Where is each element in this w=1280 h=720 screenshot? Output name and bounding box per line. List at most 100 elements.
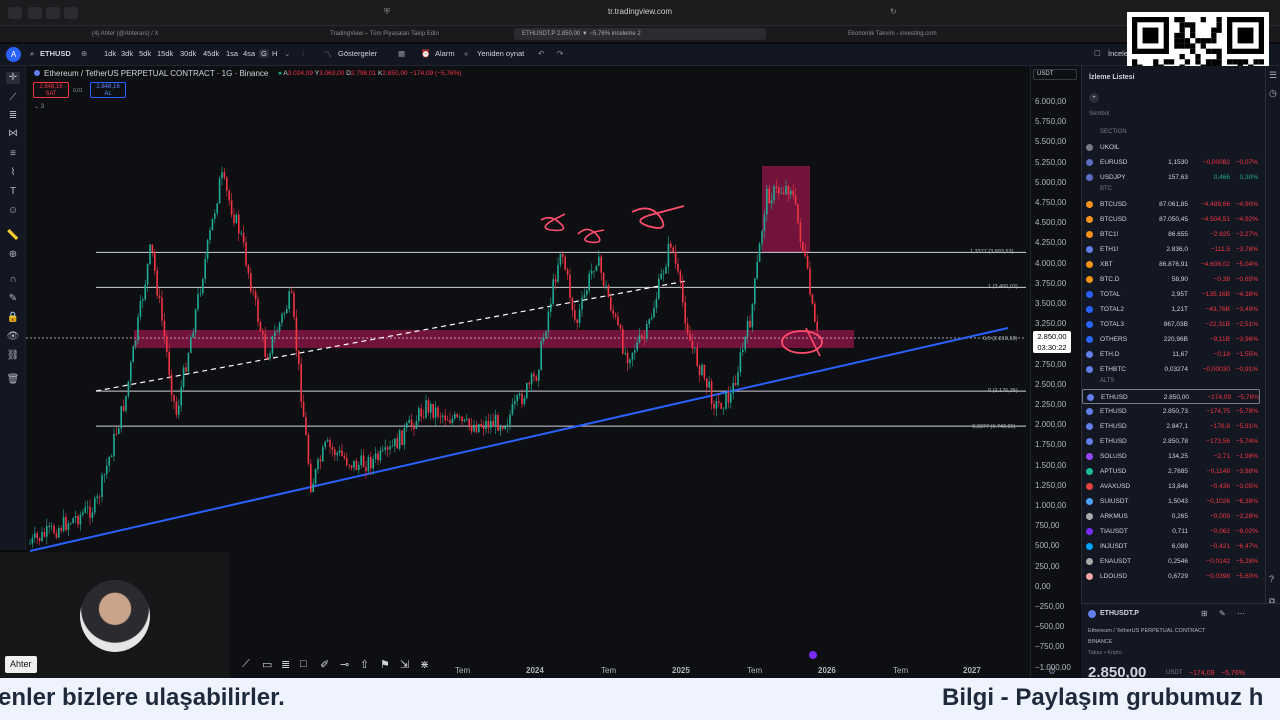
fib-icon[interactable]: ≣ — [6, 110, 20, 122]
watchlist-row[interactable]: ETHUSD 2.850,78 −173,56 −5,74% — [1082, 434, 1260, 449]
brush-icon[interactable]: ⌇ — [6, 167, 20, 179]
interval-g[interactable]: G — [259, 49, 269, 58]
grid-icon[interactable]: ⊞ — [1201, 609, 1208, 618]
sell-button[interactable]: 2.848,16 SAT — [33, 82, 69, 98]
watchlist-section-header[interactable]: BTC — [1100, 186, 1112, 192]
watchlist-row[interactable]: BTC.D 58,90 −0,38 −0,65% — [1082, 272, 1260, 287]
more-icon[interactable]: ⋯ — [1237, 609, 1245, 618]
history-button[interactable] — [64, 7, 78, 19]
watchlist-row[interactable]: ETH1! 2.836,0 −111,5 −3,78% — [1082, 242, 1260, 257]
watchlist-row[interactable]: INJUSDT 6,089 −0,421 −6,47% — [1082, 539, 1260, 554]
buy-button[interactable]: 2.848,16 AL — [90, 82, 126, 98]
browser-tab-active[interactable]: ETHUSDT.P 2.850,00 ▼ −5,76% inceleme 2 — [514, 28, 766, 40]
browser-tab[interactable]: (4) Ahter (@Ahterars) / X — [84, 28, 334, 40]
currency-select[interactable]: USDT — [1033, 69, 1077, 80]
watchlist-row[interactable]: AVAXUSD 13,846 −0,436 −3,05% — [1082, 479, 1260, 494]
details-symbol[interactable]: ETHUSDT.P — [1100, 610, 1139, 617]
forward-button[interactable] — [46, 7, 60, 19]
lock-icon[interactable]: 🔒 — [6, 312, 20, 324]
clock-icon[interactable]: ◷ — [1269, 88, 1277, 99]
zoom-icon[interactable]: ⊕ — [6, 249, 20, 261]
ruler-icon[interactable]: 📏 — [6, 230, 20, 242]
interval-5dk[interactable]: 5dk — [139, 49, 151, 58]
alarm-button[interactable]: Alarm — [435, 49, 455, 58]
callout-icon[interactable]: ▭ — [262, 658, 272, 671]
magnet-icon[interactable]: ∩ — [6, 274, 20, 286]
browser-tab[interactable]: TradingView – Tüm Piyasaları Takip Edin — [322, 28, 492, 40]
watchlist-row[interactable]: ENAUSDT 0,2546 −0,0142 −5,28% — [1082, 554, 1260, 569]
cursor-icon[interactable]: ✛ — [6, 72, 20, 84]
watchlist-row[interactable]: ETHUSD 2.850,00 −174,09 −5,76% — [1082, 389, 1260, 404]
flag-icon[interactable]: ⚑ — [380, 658, 390, 671]
event-marker-icon[interactable] — [809, 651, 817, 659]
indicators-icon[interactable]: 〽 — [324, 49, 332, 60]
column-header-symbol[interactable]: Sembol — [1089, 111, 1109, 117]
address-bar[interactable]: tr.tradingview.com — [560, 7, 720, 16]
browser-tab[interactable]: Ekonomik Takvim - investing.com — [840, 28, 1030, 40]
watchlist-section-header[interactable]: SECTION — [1100, 129, 1127, 135]
eye-icon[interactable]: 👁 — [6, 331, 20, 343]
interval-4sa[interactable]: 4sa — [243, 49, 255, 58]
replay-button[interactable]: Yeniden oynat — [477, 49, 524, 58]
pattern-icon[interactable]: ⋈ — [6, 128, 20, 140]
undo-icon[interactable]: ↶ — [538, 49, 544, 58]
price-scale[interactable]: USDT 6.000,00 5.750,00 5.500,00 5.250,00 5.0… — [1030, 66, 1080, 678]
layout-grid-icon[interactable]: ▦ — [398, 49, 405, 58]
interval-15dk[interactable]: 15dk — [157, 49, 173, 58]
watchlist-row[interactable]: ARKMUS 0,265 −0,009 −3,28% — [1082, 509, 1260, 524]
watchlist-row[interactable]: SOLUSD 134,25 −2,71 −1,98% — [1082, 449, 1260, 464]
arrow-up-icon[interactable]: ⇧ — [360, 658, 369, 671]
watchlist-row[interactable]: ETH.D 11,67 −0,18 −1,55% — [1082, 347, 1260, 362]
interval-45dk[interactable]: 45dk — [203, 49, 219, 58]
settings-gear-icon[interactable]: ⚙ — [1048, 666, 1056, 677]
shield-icon[interactable]: ⛨ — [384, 7, 390, 17]
trendline-icon[interactable]: ⟋ — [6, 92, 20, 104]
watchlist-row[interactable]: EURUSD 1,1530 −0,00082 −0,07% — [1082, 155, 1260, 170]
watchlist-title[interactable]: İzleme Listesi — [1089, 74, 1135, 81]
edit-icon[interactable]: ✎ — [1219, 609, 1226, 618]
watchlist-row[interactable]: TOTAL3 867,03B −22,31B −2,51% — [1082, 317, 1260, 332]
rect-tool-icon[interactable]: □ — [300, 658, 307, 670]
fib-tool-icon[interactable]: ≣ — [281, 658, 290, 671]
alarm-icon[interactable]: ⏰ — [421, 49, 430, 58]
interval-3dk[interactable]: 3dk — [121, 49, 133, 58]
watchlist-row[interactable]: TOTAL2 1,21T −43,76B −3,49% — [1082, 302, 1260, 317]
measure-icon[interactable]: ⇲ — [400, 658, 409, 671]
pattern-tool-icon[interactable]: ⋇ — [420, 658, 429, 671]
watchlist-section-header[interactable]: ALTS — [1100, 378, 1115, 384]
watchlist-row[interactable]: TOTAL 2,95T −135,16B −4,38% — [1082, 287, 1260, 302]
watchlist-row[interactable]: OTHERS 220,96B −9,11B −3,96% — [1082, 332, 1260, 347]
pencil-lock-icon[interactable]: ✎ — [6, 293, 20, 305]
add-symbol-icon[interactable]: ⊕ — [81, 49, 87, 58]
horizontal-line-icon[interactable]: ⊸ — [340, 658, 349, 671]
link-icon[interactable]: ⛓ — [6, 350, 20, 362]
symbol-title[interactable]: Ethereum / TetherUS PERPETUAL CONTRACT ·… — [44, 69, 268, 78]
text-icon[interactable]: T — [6, 186, 20, 198]
indicators-collapse[interactable]: ⌄ 3 — [34, 103, 44, 110]
emoji-icon[interactable]: ☺ — [6, 205, 20, 217]
watchlist-row[interactable]: LDOUSD 0,6729 −0,0398 −5,60% — [1082, 569, 1260, 584]
watchlist-row[interactable]: BTCUSD 87.061,85 −4.489,66 −4,90% — [1082, 197, 1260, 212]
watchlist-row[interactable]: SUIUSDT 1,5043 −0,1026 −6,38% — [1082, 494, 1260, 509]
checkbox-icon[interactable]: ☐ — [1094, 49, 1101, 58]
symbol-search[interactable]: ETHUSD — [40, 49, 71, 58]
help-icon[interactable]: ? — [1269, 574, 1274, 584]
pen-tool-icon[interactable]: ✐ — [320, 658, 329, 671]
trend-tool-icon[interactable]: ⟋ — [242, 658, 250, 671]
list-icon[interactable]: ☰ — [1269, 70, 1277, 81]
watchlist-row[interactable]: BTCUSD 87.050,45 −4.504,51 −4,92% — [1082, 212, 1260, 227]
watchlist-row[interactable]: ETHUSD 2.850,73 −174,75 −5,78% — [1082, 404, 1260, 419]
watchlist-row[interactable]: XBT 86.876,91 −4.608,02 −5,04% — [1082, 257, 1260, 272]
add-icon[interactable]: + — [1089, 93, 1099, 103]
search-icon[interactable]: ⌕ — [30, 49, 34, 59]
watchlist-row[interactable]: TIAUSDT 0,711 −0,062 −8,02% — [1082, 524, 1260, 539]
reload-icon[interactable]: ↻ — [890, 7, 897, 16]
watchlist-row[interactable]: UKOIL — [1082, 140, 1260, 155]
watchlist-row[interactable]: ETHUSD 2.847,1 −176,8 −5,91% — [1082, 419, 1260, 434]
replay-icon[interactable]: « — [464, 49, 468, 58]
trash-icon[interactable]: 🗑 — [6, 374, 20, 386]
watchlist-row[interactable]: ETHBTC 0,03274 −0,00030 −0,91% — [1082, 362, 1260, 377]
watchlist-row[interactable]: APTUSD 2,7685 −0,1149 −3,98% — [1082, 464, 1260, 479]
interval-1sa[interactable]: 1sa — [226, 49, 238, 58]
watchlist-row[interactable]: USDJPY 157,63 0,466 0,30% — [1082, 170, 1260, 185]
